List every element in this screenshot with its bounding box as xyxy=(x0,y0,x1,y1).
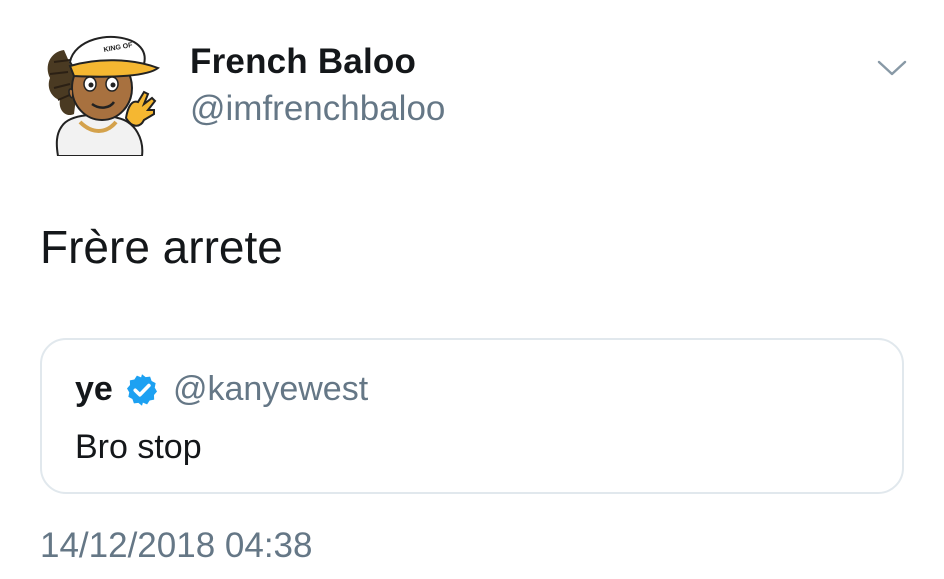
tweet: KING OF French Baloo @imfrenchbaloo Frèr… xyxy=(0,0,944,579)
quoted-author-name: ye xyxy=(75,370,113,408)
author-name[interactable]: French Baloo xyxy=(190,42,416,82)
avatar[interactable]: KING OF xyxy=(40,22,164,156)
tweet-text: Frère arrete xyxy=(40,221,283,273)
quoted-tweet-text: Bro stop xyxy=(75,428,202,466)
quoted-author-handle: @kanyewest xyxy=(173,370,369,408)
chevron-down-icon[interactable] xyxy=(876,58,908,78)
verified-badge-icon xyxy=(127,374,157,406)
quoted-tweet-card[interactable]: ye @kanyewest Bro stop xyxy=(40,338,904,494)
tweet-timestamp[interactable]: 14/12/2018 04:38 xyxy=(40,526,312,566)
author-handle[interactable]: @imfrenchbaloo xyxy=(190,89,445,129)
